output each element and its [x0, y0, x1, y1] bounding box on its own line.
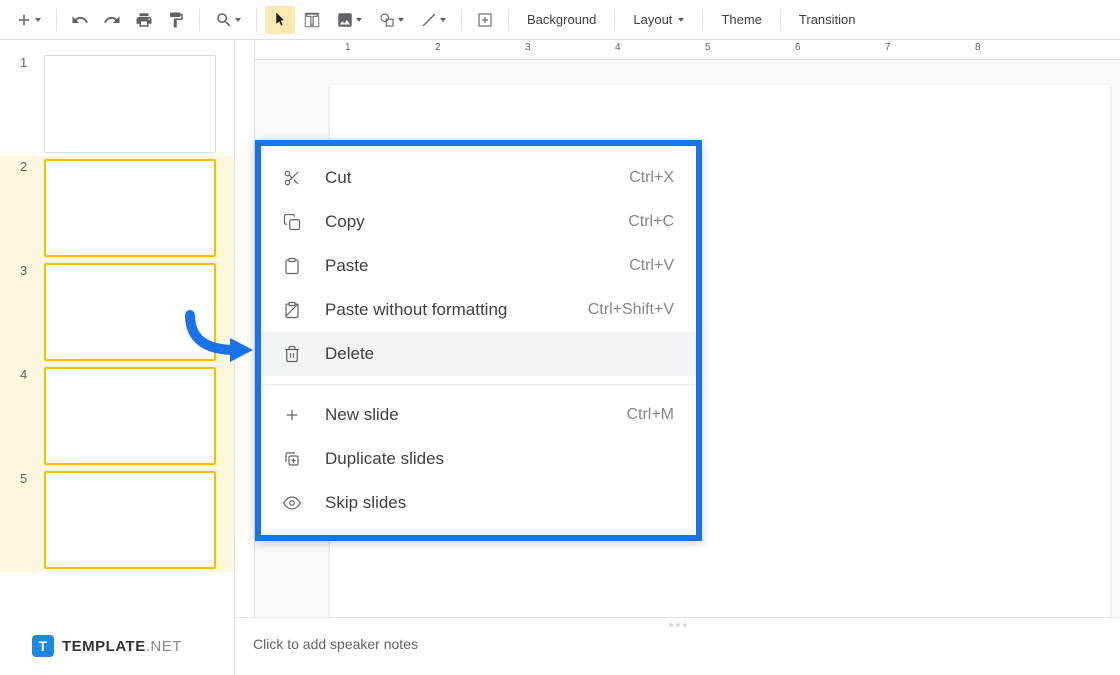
toolbar-separator	[702, 9, 703, 31]
theme-label: Theme	[721, 12, 761, 27]
paste-icon	[283, 257, 311, 275]
notes-drag-handle[interactable]	[669, 623, 687, 627]
toolbar-separator	[780, 9, 781, 31]
ctx-copy[interactable]: Copy Ctrl+C	[261, 200, 696, 244]
ctx-label: Copy	[325, 212, 628, 232]
ctx-new-slide[interactable]: New slide Ctrl+M	[261, 393, 696, 437]
print-button[interactable]	[129, 6, 159, 34]
toolbar-separator	[614, 9, 615, 31]
ctx-shortcut: Ctrl+C	[628, 213, 674, 231]
theme-button[interactable]: Theme	[711, 6, 771, 34]
toolbar-separator	[461, 9, 462, 31]
dropdown-caret-icon	[235, 18, 241, 22]
toolbar-separator	[256, 9, 257, 31]
toolbar-separator	[508, 9, 509, 31]
dropdown-caret-icon	[356, 18, 362, 22]
eye-icon	[283, 494, 311, 512]
ctx-label: Delete	[325, 344, 674, 364]
arrow-annotation	[175, 310, 260, 365]
slide-number: 3	[20, 263, 34, 278]
horizontal-ruler: 1 2 3 4 5 6 7 8	[255, 40, 1120, 60]
watermark-suffix: .NET	[146, 638, 182, 655]
slide-thumb-row[interactable]: 4	[0, 364, 234, 468]
paste-plain-icon	[283, 301, 311, 319]
ctx-cut[interactable]: Cut Ctrl+X	[261, 156, 696, 200]
comment-button[interactable]	[470, 6, 500, 34]
redo-button[interactable]	[97, 6, 127, 34]
toolbar-separator	[199, 9, 200, 31]
watermark-text: TEMPLATE	[62, 638, 146, 655]
layout-label: Layout	[633, 12, 672, 27]
ruler-tick: 1	[345, 42, 351, 53]
background-label: Background	[527, 12, 596, 27]
slide-number: 4	[20, 367, 34, 382]
toolbar-separator	[56, 9, 57, 31]
ctx-shortcut: Ctrl+X	[629, 169, 674, 187]
ruler-tick: 4	[615, 42, 621, 53]
speaker-notes-placeholder: Click to add speaker notes	[253, 636, 418, 652]
textbox-button[interactable]	[297, 6, 327, 34]
ruler-tick: 2	[435, 42, 441, 53]
toolbar: Background Layout Theme Transition	[0, 0, 1120, 40]
transition-button[interactable]: Transition	[789, 6, 866, 34]
shape-button[interactable]	[371, 6, 411, 34]
context-menu: Cut Ctrl+X Copy Ctrl+C Paste Ctrl+V Past…	[255, 140, 702, 541]
ctx-shortcut: Ctrl+Shift+V	[588, 301, 674, 319]
slide-number: 1	[20, 55, 34, 70]
transition-label: Transition	[799, 12, 856, 27]
slide-thumbnail[interactable]	[44, 159, 216, 257]
new-slide-button[interactable]	[8, 6, 48, 34]
ctx-shortcut: Ctrl+V	[629, 257, 674, 275]
ctx-skip-slides[interactable]: Skip slides	[261, 481, 696, 525]
ctx-delete[interactable]: Delete	[261, 332, 696, 376]
slide-thumbnail[interactable]	[44, 367, 216, 465]
speaker-notes[interactable]: Click to add speaker notes	[235, 617, 1120, 675]
duplicate-icon	[283, 450, 311, 468]
delete-icon	[283, 345, 311, 363]
slide-thumb-row[interactable]: 2	[0, 156, 234, 260]
slide-number: 2	[20, 159, 34, 174]
layout-button[interactable]: Layout	[623, 6, 694, 34]
ruler-tick: 8	[975, 42, 981, 53]
slide-thumb-row[interactable]: 1	[0, 52, 234, 156]
cut-icon	[283, 169, 311, 187]
paint-format-button[interactable]	[161, 6, 191, 34]
zoom-button[interactable]	[208, 6, 248, 34]
slide-number: 5	[20, 471, 34, 486]
dropdown-caret-icon	[440, 18, 446, 22]
template-logo-icon: T	[32, 635, 54, 657]
ctx-label: Duplicate slides	[325, 449, 674, 469]
ctx-label: Paste without formatting	[325, 300, 588, 320]
undo-button[interactable]	[65, 6, 95, 34]
ctx-paste[interactable]: Paste Ctrl+V	[261, 244, 696, 288]
dropdown-caret-icon	[35, 18, 41, 22]
context-menu-divider	[261, 384, 696, 385]
ctx-label: Paste	[325, 256, 629, 276]
ruler-tick: 7	[885, 42, 891, 53]
line-button[interactable]	[413, 6, 453, 34]
slide-thumb-row[interactable]: 5	[0, 468, 234, 572]
ctx-label: Cut	[325, 168, 629, 188]
background-button[interactable]: Background	[517, 6, 606, 34]
watermark: T TEMPLATE.NET	[32, 635, 182, 657]
plus-icon	[283, 406, 311, 424]
ruler-tick: 3	[525, 42, 531, 53]
ruler-tick: 6	[795, 42, 801, 53]
ctx-shortcut: Ctrl+M	[626, 406, 674, 424]
copy-icon	[283, 213, 311, 231]
slide-thumbnail[interactable]	[44, 55, 216, 153]
ctx-label: New slide	[325, 405, 626, 425]
dropdown-caret-icon	[678, 18, 684, 22]
slide-thumbnail[interactable]	[44, 471, 216, 569]
ctx-label: Skip slides	[325, 493, 674, 513]
ctx-duplicate-slides[interactable]: Duplicate slides	[261, 437, 696, 481]
select-tool-button[interactable]	[265, 6, 295, 34]
dropdown-caret-icon	[398, 18, 404, 22]
ruler-tick: 5	[705, 42, 711, 53]
ctx-paste-without-formatting[interactable]: Paste without formatting Ctrl+Shift+V	[261, 288, 696, 332]
insert-image-button[interactable]	[329, 6, 369, 34]
